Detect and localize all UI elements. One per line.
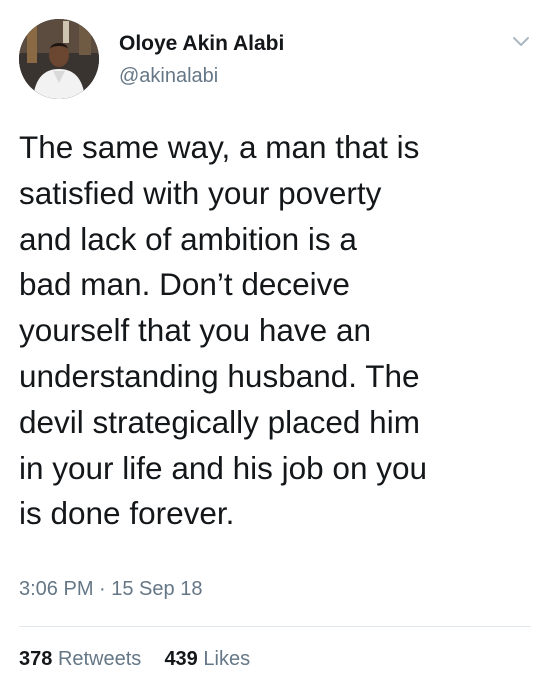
tweet-stats: 378 Retweets 439 Likes (19, 648, 250, 671)
author-name[interactable]: Oloye Akin Alabi (119, 32, 284, 56)
likes-count: 439 (164, 648, 198, 670)
avatar-image (19, 19, 99, 99)
tweet-card: Oloye Akin Alabi @akinalabi The same way… (0, 0, 550, 681)
chevron-down-icon[interactable] (509, 29, 533, 53)
retweets-stat[interactable]: 378 Retweets (19, 648, 147, 670)
avatar[interactable] (19, 19, 99, 99)
tweet-text: The same way, a man that is satisfied wi… (19, 129, 428, 532)
author-handle[interactable]: @akinalabi (119, 65, 218, 88)
retweets-count: 378 (19, 648, 53, 670)
likes-stat[interactable]: 439 Likes (164, 648, 250, 670)
divider (19, 626, 531, 627)
retweets-label: Retweets (57, 648, 142, 670)
likes-label: Likes (203, 648, 251, 670)
tweet-timestamp[interactable]: 3:06 PM · 15 Sep 18 (19, 578, 202, 601)
